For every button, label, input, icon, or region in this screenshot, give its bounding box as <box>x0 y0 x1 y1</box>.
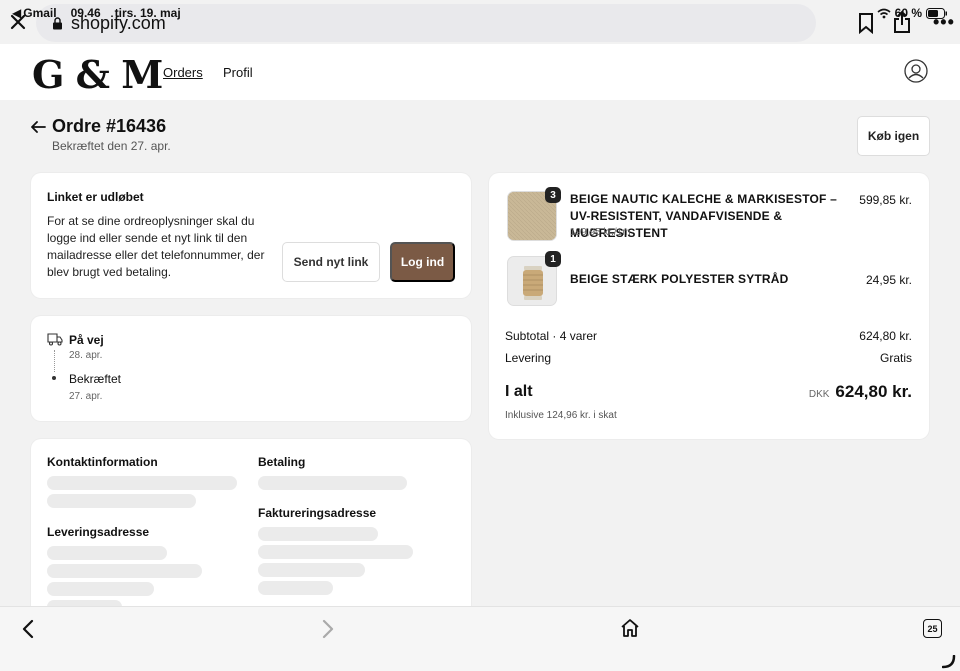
browser-bottom-toolbar: 25 <box>0 606 960 671</box>
product-unit-price: 199,95 kr./1m <box>570 227 631 238</box>
billing-address-heading: Faktureringsadresse <box>258 506 377 520</box>
nav-profile-link[interactable]: Profil <box>223 65 253 80</box>
loading-skeleton <box>258 527 378 541</box>
login-button[interactable]: Log ind <box>390 242 455 282</box>
loading-skeleton <box>47 564 202 578</box>
tracking-dot <box>52 376 56 380</box>
link-expired-message: For at se dine ordreoplysninger skal du … <box>47 214 265 279</box>
browser-top-bar: ◀ Gmail 09.46 tirs. 19. maj 60 % shopify… <box>0 0 960 44</box>
payment-heading: Betaling <box>258 455 306 469</box>
tracking-step-date: 28. apr. <box>69 350 103 361</box>
store-logo[interactable]: G & M <box>32 52 163 97</box>
quantity-badge: 1 <box>545 251 561 267</box>
currency-code: DKK <box>808 389 830 400</box>
wifi-icon <box>877 8 891 18</box>
share-icon[interactable] <box>892 10 912 34</box>
page-title: Ordre #16436 <box>52 116 167 136</box>
store-header: G & M Orders Profil <box>0 44 960 100</box>
tracking-connector <box>54 350 55 372</box>
product-name: BEIGE STÆRK POLYESTER SYTRÅD <box>570 272 789 286</box>
order-info-card: Kontaktinformation Betaling Leveringsadr… <box>31 439 471 619</box>
shipping-value: Gratis <box>879 351 912 365</box>
home-icon[interactable] <box>620 618 640 638</box>
total-label: I alt <box>505 383 533 400</box>
tracking-step-label: På vej <box>69 333 104 347</box>
loading-skeleton <box>258 563 365 577</box>
order-confirmed-date: Bekræftet den 27. apr. <box>52 139 171 153</box>
subtotal-value: 624,80 kr. <box>859 329 912 343</box>
resize-handle-icon <box>942 655 956 669</box>
loading-skeleton <box>258 545 413 559</box>
subtotal-row: Subtotal · 4 varer 624,80 kr. <box>505 329 912 343</box>
url-text: shopify.com <box>71 13 166 33</box>
total-value: 624,80 kr. <box>835 382 912 401</box>
url-display[interactable]: shopify.com <box>52 13 166 34</box>
shipping-row: Levering Gratis <box>505 351 912 365</box>
account-icon[interactable] <box>904 59 928 83</box>
buy-again-button[interactable]: Køb igen <box>857 116 930 156</box>
order-summary-card: 3 BEIGE NAUTIC KALECHE & MARKISESTOF – U… <box>489 173 929 439</box>
subtotal-label: Subtotal · 4 varer <box>505 329 598 343</box>
shipping-address-heading: Leveringsadresse <box>47 525 150 539</box>
shipping-label: Levering <box>505 351 552 365</box>
loading-skeleton <box>258 476 407 490</box>
close-icon[interactable] <box>8 12 28 32</box>
contact-info-heading: Kontaktinformation <box>47 455 158 469</box>
product-price: 599,85 kr. <box>859 193 912 207</box>
loading-skeleton <box>47 582 154 596</box>
more-options-icon[interactable]: ••• <box>933 13 955 31</box>
loading-skeleton <box>47 546 167 560</box>
back-chevron-icon[interactable] <box>20 619 36 639</box>
loading-skeleton <box>47 494 196 508</box>
quantity-badge: 3 <box>545 187 561 203</box>
bookmark-icon[interactable] <box>857 12 875 34</box>
lock-icon <box>53 17 62 30</box>
loading-skeleton <box>47 476 237 490</box>
arrow-left-icon[interactable] <box>30 119 46 135</box>
tabs-counter-button[interactable]: 25 <box>923 619 942 638</box>
link-expired-card: Linket er udløbet For at se dine ordreop… <box>31 173 471 298</box>
tracking-card: På vej 28. apr. Bekræftet 27. apr. <box>31 316 471 421</box>
tracking-step-label: Bekræftet <box>69 372 122 386</box>
link-expired-heading: Linket er udløbet <box>47 190 144 204</box>
product-price: 24,95 kr. <box>865 273 912 287</box>
tax-note: Inklusive 124,96 kr. i skat <box>505 410 617 421</box>
loading-skeleton <box>258 581 333 595</box>
truck-icon <box>47 333 63 346</box>
forward-chevron-icon[interactable] <box>320 619 336 639</box>
nav-orders-link[interactable]: Orders <box>163 65 203 80</box>
tracking-step-date: 27. apr. <box>69 391 103 402</box>
send-new-link-button[interactable]: Send nyt link <box>282 242 380 282</box>
total-amount: DKK 624,80 kr. <box>809 382 912 402</box>
